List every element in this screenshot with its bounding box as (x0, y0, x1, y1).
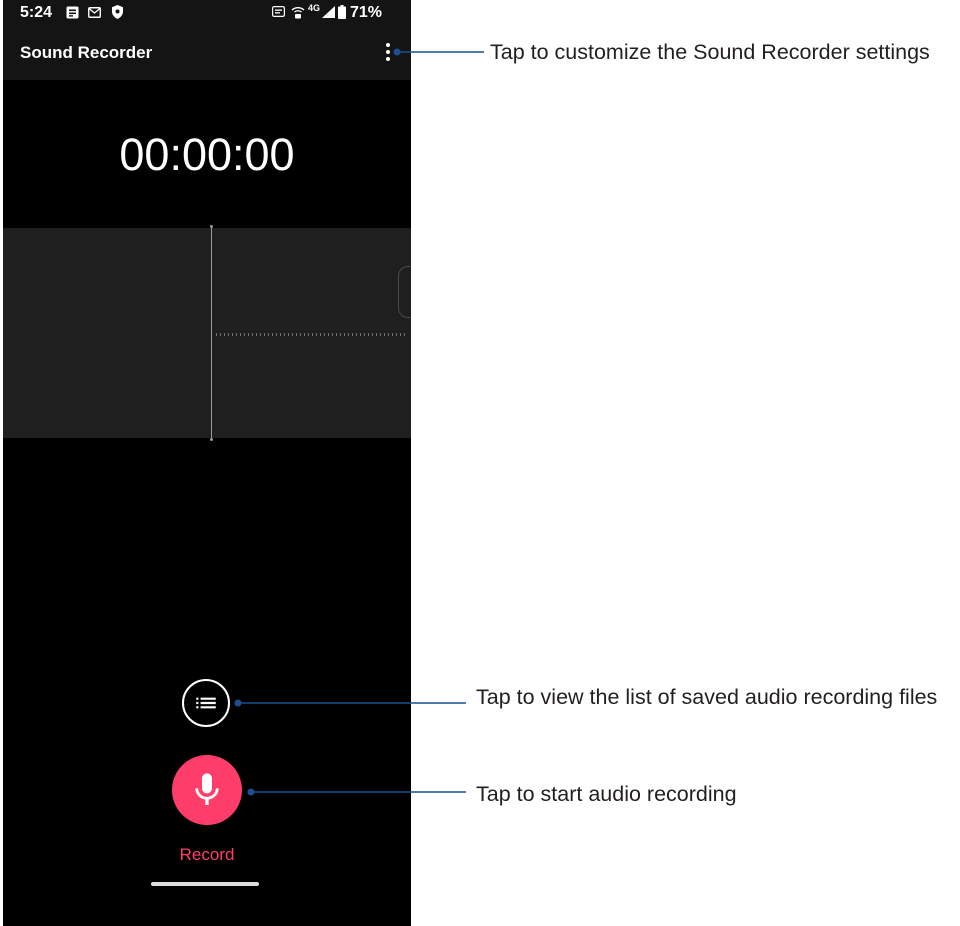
annotation-settings: Tap to customize the Sound Recorder sett… (490, 40, 930, 64)
volte-icon (272, 6, 285, 17)
wifi-calling-icon (291, 7, 305, 19)
recording-timer: 00:00:00 (119, 129, 295, 180)
record-label: Record (179, 845, 235, 864)
playhead-bottom-marker (210, 438, 213, 441)
waveform-baseline (216, 333, 408, 336)
playhead-top-marker (210, 225, 213, 228)
annotation-recordings-list: Tap to view the list of saved audio reco… (476, 685, 938, 709)
recordings-list-button[interactable] (182, 679, 230, 727)
battery-percent: 71% (350, 4, 383, 21)
gesture-navigation-bar[interactable] (151, 882, 259, 886)
annotation-start-recording: Tap to start audio recording (476, 782, 737, 806)
battery-icon (338, 5, 346, 19)
waveform-scroll-handle[interactable] (398, 266, 411, 318)
mic-icon (195, 773, 219, 805)
network-type: 4G (308, 3, 321, 13)
news-notification-icon (66, 6, 79, 19)
phone-screen: 5:24 4G 71% Sound Recorder 00:00:00 Reco… (3, 0, 411, 926)
list-icon (196, 697, 216, 709)
status-time: 5:24 (20, 4, 53, 21)
mail-icon (88, 7, 101, 18)
page: 5:24 4G 71% Sound Recorder 00:00:00 Reco… (0, 0, 960, 926)
app-title: Sound Recorder (20, 43, 153, 62)
shield-icon (112, 5, 123, 19)
more-options-button[interactable] (376, 40, 400, 64)
signal-icon (322, 6, 335, 18)
record-button[interactable] (172, 755, 242, 825)
playhead-line (211, 226, 212, 440)
